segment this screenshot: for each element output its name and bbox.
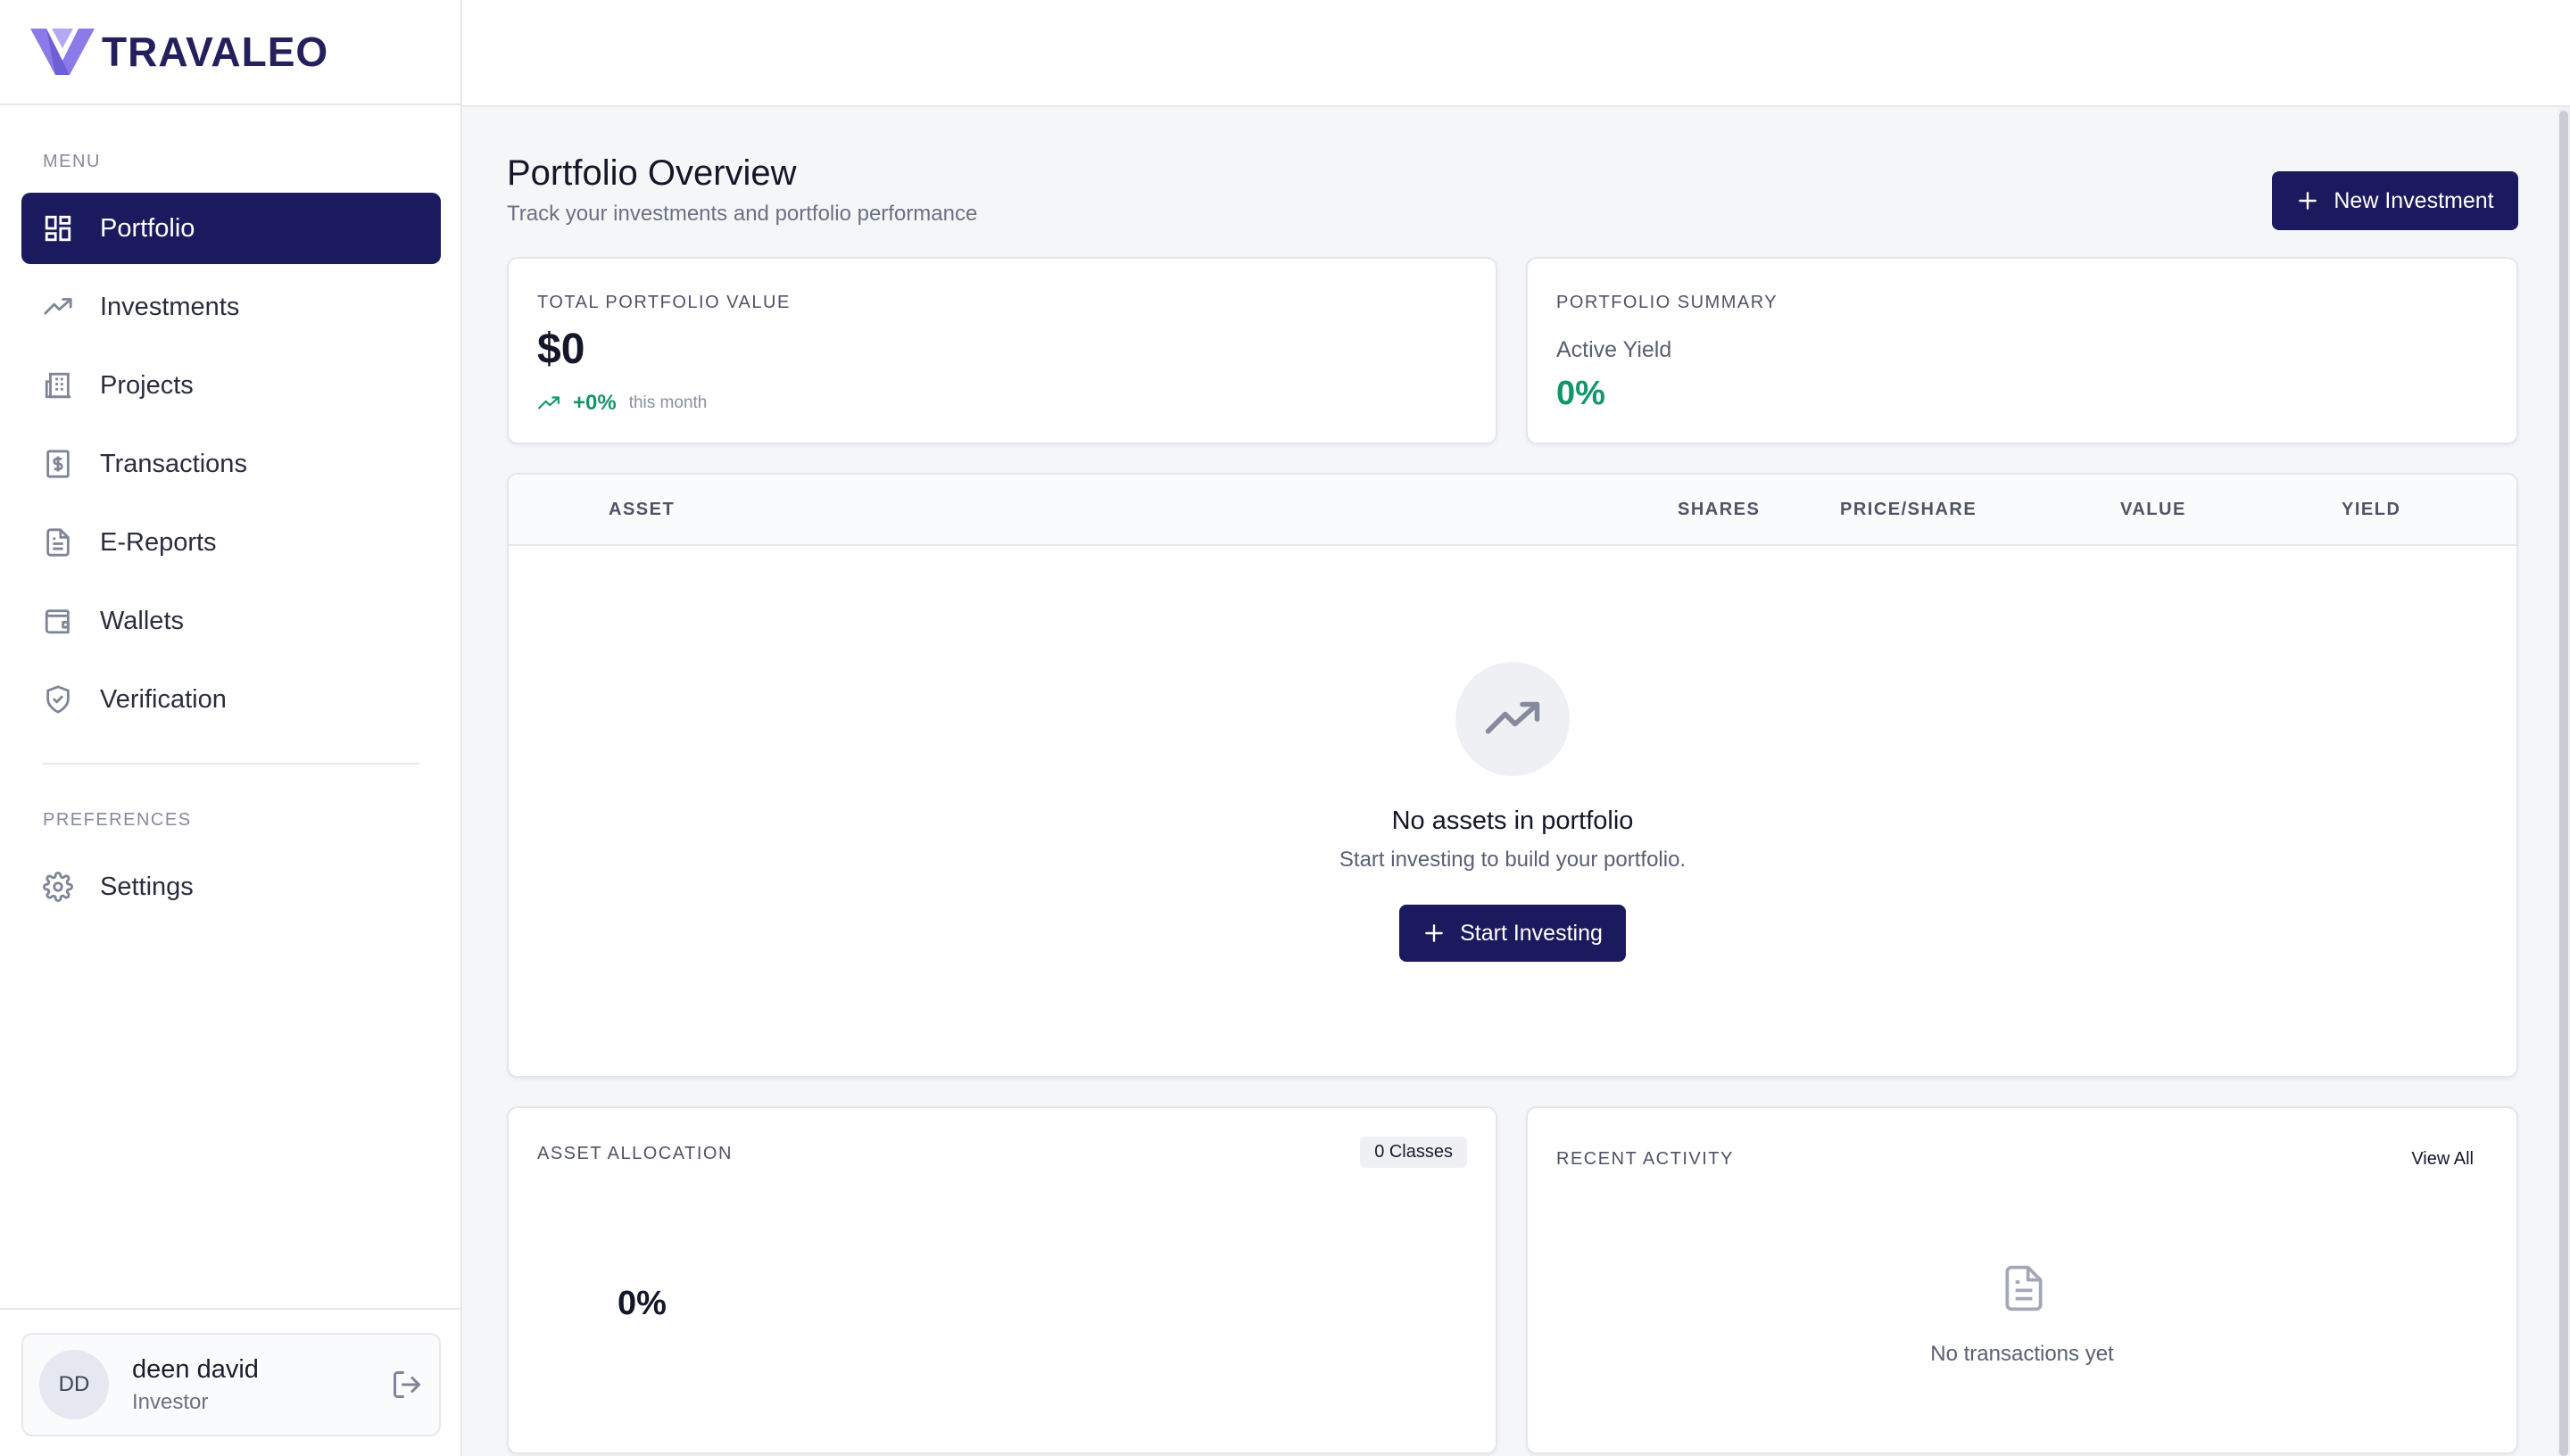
empty-state-circle bbox=[1455, 662, 1570, 776]
total-value-label: TOTAL PORTFOLIO VALUE bbox=[537, 293, 791, 312]
dashboard-grid-icon bbox=[45, 215, 71, 242]
column-value[interactable]: VALUE bbox=[2120, 500, 2186, 520]
column-price-share[interactable]: PRICE/SHARE bbox=[1840, 500, 1977, 520]
scrollbar-thumb[interactable] bbox=[2559, 111, 2568, 1456]
sidebar-item-transactions[interactable]: Transactions bbox=[21, 428, 441, 500]
start-investing-label: Start Investing bbox=[1460, 920, 1603, 946]
receipt-dollar-icon bbox=[46, 450, 70, 478]
empty-state-subtitle: Start investing to build your portfolio. bbox=[1339, 848, 1687, 872]
change-note: this month bbox=[628, 393, 708, 412]
travaleo-logo-icon bbox=[30, 29, 95, 75]
column-shares[interactable]: SHARES bbox=[1678, 500, 1760, 520]
empty-state-title: No assets in portfolio bbox=[1391, 807, 1634, 835]
trending-up-icon bbox=[44, 298, 72, 315]
sidebar-divider bbox=[43, 763, 419, 765]
gear-icon bbox=[43, 872, 73, 902]
user-role: Investor bbox=[132, 1389, 209, 1414]
classes-badge: 0 Classes bbox=[1360, 1137, 1467, 1168]
column-yield[interactable]: YIELD bbox=[2342, 500, 2400, 520]
recent-activity-card: RECENT ACTIVITY View All No transactions… bbox=[1526, 1106, 2518, 1454]
plus-icon bbox=[2299, 192, 2317, 210]
change-percent: +0% bbox=[573, 391, 617, 415]
allocation-label: ASSET ALLOCATION bbox=[537, 1144, 733, 1163]
sidebar-item-label: Transactions bbox=[100, 449, 247, 478]
new-investment-button[interactable]: New Investment bbox=[2272, 171, 2518, 230]
document-icon bbox=[2005, 1265, 2043, 1311]
total-value: $0 bbox=[537, 326, 585, 373]
no-transactions-text: No transactions yet bbox=[1930, 1342, 2114, 1366]
summary-label: PORTFOLIO SUMMARY bbox=[1556, 293, 1778, 312]
logout-icon[interactable] bbox=[391, 1369, 423, 1401]
menu-section-label: MENU bbox=[43, 152, 101, 171]
page-title: Portfolio Overview bbox=[507, 153, 797, 193]
start-investing-button[interactable]: Start Investing bbox=[1399, 905, 1626, 962]
sidebar-item-e-reports[interactable]: E-Reports bbox=[21, 507, 441, 578]
sidebar-item-label: Portfolio bbox=[100, 213, 195, 243]
sidebar-item-settings[interactable]: Settings bbox=[21, 851, 441, 922]
new-investment-label: New Investment bbox=[2334, 187, 2494, 213]
column-asset[interactable]: ASSET bbox=[609, 500, 675, 520]
sidebar-item-label: E-Reports bbox=[100, 527, 217, 557]
brand[interactable]: TRAVALEO bbox=[0, 0, 460, 105]
active-yield-value: 0% bbox=[1556, 375, 1605, 412]
document-icon bbox=[46, 528, 70, 557]
user-name: deen david bbox=[132, 1354, 259, 1384]
plus-icon bbox=[1425, 924, 1443, 942]
user-section: DD deen david Investor bbox=[0, 1308, 462, 1456]
recent-activity-label: RECENT ACTIVITY bbox=[1556, 1149, 1734, 1169]
app-root: TRAVALEO MENU Portfolio Investments Proj… bbox=[0, 0, 2570, 1456]
view-all-link[interactable]: View All bbox=[2411, 1149, 2474, 1170]
sidebar-item-label: Wallets bbox=[100, 606, 184, 635]
asset-allocation-card: ASSET ALLOCATION 0 Classes 0% bbox=[507, 1106, 1497, 1454]
sidebar-item-wallets[interactable]: Wallets bbox=[21, 585, 441, 657]
table-header: ASSET SHARES PRICE/SHARE VALUE YIELD bbox=[509, 475, 2516, 546]
sidebar-item-label: Verification bbox=[100, 684, 227, 714]
sidebar-item-verification[interactable]: Verification bbox=[21, 664, 441, 735]
wallet-icon bbox=[45, 609, 70, 634]
avatar: DD bbox=[39, 1350, 109, 1419]
top-bar bbox=[462, 0, 2570, 107]
building-icon bbox=[45, 372, 71, 399]
main-content: Portfolio Overview Track your investment… bbox=[462, 107, 2570, 1456]
user-info: deen david Investor bbox=[132, 1355, 391, 1415]
preferences-section-label: PREFERENCES bbox=[43, 810, 192, 830]
brand-name: TRAVALEO bbox=[102, 29, 329, 75]
trending-up-icon bbox=[1485, 701, 1540, 734]
assets-table-card: ASSET SHARES PRICE/SHARE VALUE YIELD No … bbox=[507, 473, 2518, 1078]
sidebar-item-investments[interactable]: Investments bbox=[21, 271, 441, 343]
active-yield-label: Active Yield bbox=[1556, 337, 1672, 362]
total-value-card: TOTAL PORTFOLIO VALUE $0 +0% this month bbox=[507, 257, 1497, 444]
sidebar-item-label: Settings bbox=[100, 872, 194, 901]
sidebar: TRAVALEO MENU Portfolio Investments Proj… bbox=[0, 0, 462, 1456]
page-subtitle: Track your investments and portfolio per… bbox=[507, 202, 978, 226]
allocation-value: 0% bbox=[618, 1285, 667, 1322]
sidebar-item-label: Projects bbox=[100, 370, 194, 400]
sidebar-item-label: Investments bbox=[100, 292, 240, 321]
sidebar-item-portfolio[interactable]: Portfolio bbox=[21, 193, 441, 264]
change-row: +0% this month bbox=[537, 391, 707, 416]
portfolio-summary-card: PORTFOLIO SUMMARY Active Yield 0% bbox=[1526, 257, 2518, 444]
sidebar-item-projects[interactable]: Projects bbox=[21, 350, 441, 421]
shield-check-icon bbox=[46, 685, 70, 714]
user-card[interactable]: DD deen david Investor bbox=[21, 1333, 441, 1436]
trending-up-icon bbox=[538, 396, 560, 410]
